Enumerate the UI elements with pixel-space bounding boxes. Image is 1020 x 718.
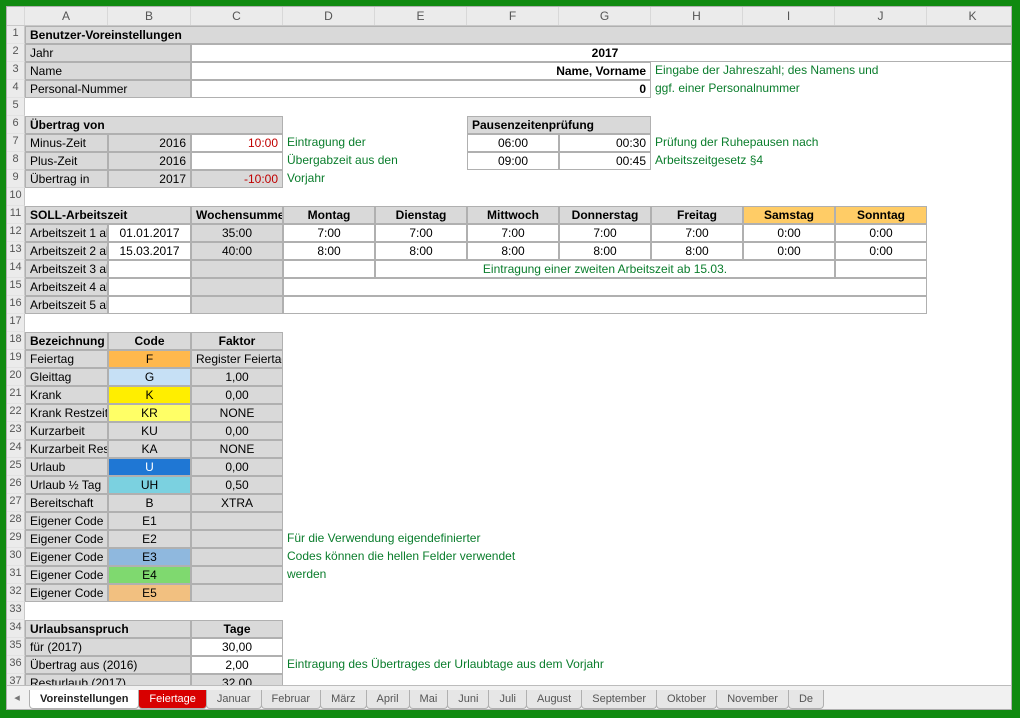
sheet-tab-voreinstellungen[interactable]: Voreinstellungen	[29, 690, 139, 709]
code-cell: KU	[108, 422, 191, 440]
row-2: 2 Jahr 2017	[7, 44, 1011, 62]
spreadsheet: ABC DEF GHI JK 1 Benutzer-Voreinstellung…	[6, 6, 1012, 710]
code-cell: UH	[108, 476, 191, 494]
code-name: Gleittag	[25, 368, 108, 386]
code-name: Eigener Code 4	[25, 566, 108, 584]
code-cell: K	[108, 386, 191, 404]
name-input[interactable]: Name, Vorname	[191, 62, 651, 80]
section-title: Benutzer-Voreinstellungen	[25, 26, 1012, 44]
code-cell: E3	[108, 548, 191, 566]
code-faktor: 0,00	[191, 422, 283, 440]
column-headers: ABC DEF GHI JK	[7, 7, 1011, 26]
code-name: Urlaub ½ Tag	[25, 476, 108, 494]
code-cell: KA	[108, 440, 191, 458]
row-1: 1 Benutzer-Voreinstellungen	[7, 26, 1011, 44]
code-faktor: NONE	[191, 440, 283, 458]
sheet-tab-august[interactable]: August	[526, 690, 582, 709]
code-name: Kurzarbeit Restzeit	[25, 440, 108, 458]
year-input[interactable]: 2017	[191, 44, 1012, 62]
sheet-tab-november[interactable]: November	[716, 690, 789, 709]
code-faktor	[191, 548, 283, 566]
code-name: Eigener Code 3	[25, 548, 108, 566]
code-faktor: Register Feiertage	[191, 350, 283, 368]
code-name: Eigener Code 1	[25, 512, 108, 530]
code-faktor: XTRA	[191, 494, 283, 512]
code-name: Bereitschaft	[25, 494, 108, 512]
code-faktor	[191, 566, 283, 584]
code-faktor: 0,00	[191, 386, 283, 404]
code-name: Urlaub	[25, 458, 108, 476]
sheet-tab-mai[interactable]: Mai	[409, 690, 449, 709]
code-faktor: 0,00	[191, 458, 283, 476]
code-cell: E5	[108, 584, 191, 602]
code-cell: KR	[108, 404, 191, 422]
soll-header: 11 SOLL-Arbeitszeit Wochensumme Montag D…	[7, 206, 1011, 224]
code-faktor	[191, 512, 283, 530]
code-cell: B	[108, 494, 191, 512]
code-cell: U	[108, 458, 191, 476]
urlaub-value[interactable]: 30,00	[191, 638, 283, 656]
sheet-tab-märz[interactable]: März	[320, 690, 366, 709]
sheet-tab-april[interactable]: April	[366, 690, 410, 709]
tab-scroll-icon[interactable]: ◂	[7, 686, 27, 708]
sheet-tab-oktober[interactable]: Oktober	[656, 690, 717, 709]
sheet-tab-feiertage[interactable]: Feiertage	[138, 690, 206, 709]
minus-time[interactable]: 10:00	[191, 134, 283, 152]
code-faktor	[191, 584, 283, 602]
personal-input[interactable]: 0	[191, 80, 651, 98]
code-faktor	[191, 530, 283, 548]
code-name: Kurzarbeit	[25, 422, 108, 440]
code-name: Eigener Code 5	[25, 584, 108, 602]
sheet-tab-juli[interactable]: Juli	[488, 690, 527, 709]
code-faktor: NONE	[191, 404, 283, 422]
code-cell: E4	[108, 566, 191, 584]
code-name: Krank	[25, 386, 108, 404]
code-cell: E2	[108, 530, 191, 548]
sheet-tab-de[interactable]: De	[788, 690, 824, 709]
code-faktor: 1,00	[191, 368, 283, 386]
code-name: Krank Restzeit	[25, 404, 108, 422]
sheet-tabs: ◂ VoreinstellungenFeiertageJanuarFebruar…	[7, 685, 1011, 709]
code-faktor: 0,50	[191, 476, 283, 494]
code-name: Feiertag	[25, 350, 108, 368]
sheet-tab-september[interactable]: September	[581, 690, 657, 709]
sheet-tab-januar[interactable]: Januar	[206, 690, 262, 709]
urlaub-value[interactable]: 2,00	[191, 656, 283, 674]
code-name: Eigener Code 2	[25, 530, 108, 548]
code-cell: G	[108, 368, 191, 386]
code-cell: E1	[108, 512, 191, 530]
sheet-tab-juni[interactable]: Juni	[447, 690, 489, 709]
code-cell: F	[108, 350, 191, 368]
sheet-tab-februar[interactable]: Februar	[261, 690, 322, 709]
